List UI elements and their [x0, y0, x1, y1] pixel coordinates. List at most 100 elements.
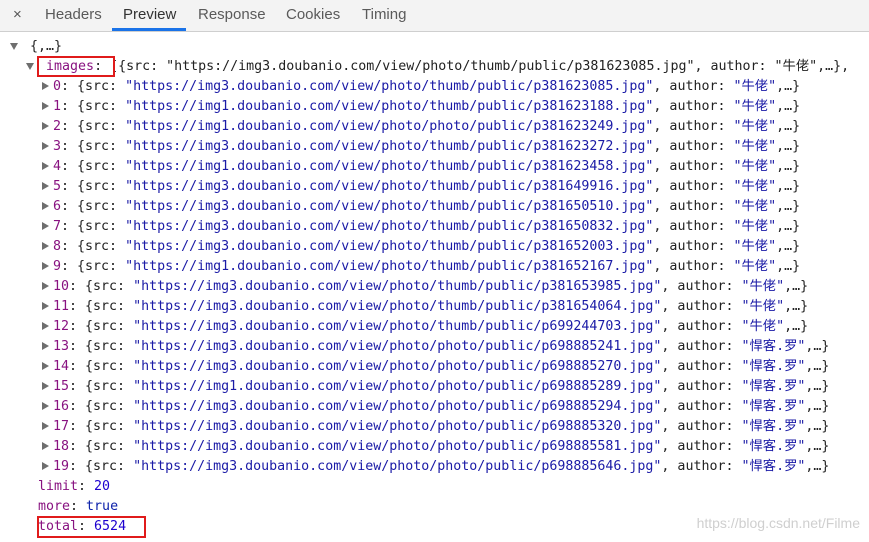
expand-arrow-icon[interactable] [42, 102, 49, 110]
expand-arrow-icon[interactable] [42, 82, 49, 90]
image-item-row[interactable]: 14: {src: "https://img3.doubanio.com/vie… [42, 357, 829, 377]
images-node[interactable]: images: [{src: "https://img3.doubanio.co… [26, 57, 849, 77]
images-highlight-box [37, 56, 115, 77]
limit-row: limit: 20 [38, 479, 111, 494]
more-row: more: true [38, 499, 119, 514]
image-item-row[interactable]: 7: {src: "https://img3.doubanio.com/view… [42, 217, 800, 237]
tree-root[interactable]: {,…} [10, 37, 62, 57]
tab-headers[interactable]: Headers [45, 6, 102, 23]
expand-arrow-icon[interactable] [42, 462, 49, 470]
tab-response[interactable]: Response [198, 6, 266, 23]
item-index: 3 [53, 139, 62, 154]
expand-arrow-icon[interactable] [42, 122, 49, 130]
expand-arrow-icon[interactable] [42, 182, 49, 190]
item-author: "牛佬" [733, 219, 777, 234]
item-index: 6 [53, 199, 62, 214]
image-item-row[interactable]: 0: {src: "https://img3.doubanio.com/view… [42, 77, 800, 97]
item-src: "https://img3.doubanio.com/view/photo/th… [125, 79, 654, 94]
expand-arrow-icon[interactable] [42, 422, 49, 430]
item-author: "牛佬" [733, 139, 777, 154]
more-value: true [86, 499, 119, 514]
item-index: 18 [53, 439, 70, 454]
image-item-row[interactable]: 10: {src: "https://img3.doubanio.com/vie… [42, 277, 808, 297]
item-index: 2 [53, 119, 62, 134]
images-summary: [{src: "https://img3.doubanio.com/view/p… [110, 59, 850, 74]
expand-arrow-icon[interactable] [42, 402, 49, 410]
expand-arrow-icon[interactable] [42, 322, 49, 330]
image-item-row[interactable]: 18: {src: "https://img3.doubanio.com/vie… [42, 437, 829, 457]
expand-arrow-icon[interactable] [42, 442, 49, 450]
expand-arrow-icon[interactable] [42, 202, 49, 210]
item-src: "https://img3.doubanio.com/view/photo/th… [125, 199, 654, 214]
item-src: "https://img3.doubanio.com/view/photo/th… [133, 299, 662, 314]
expand-arrow-icon[interactable] [42, 262, 49, 270]
root-label: {,…} [30, 39, 63, 54]
image-item-row[interactable]: 17: {src: "https://img3.doubanio.com/vie… [42, 417, 829, 437]
expand-arrow-icon[interactable] [42, 342, 49, 350]
image-item-row[interactable]: 6: {src: "https://img3.doubanio.com/view… [42, 197, 800, 217]
limit-key: limit [38, 479, 79, 494]
expand-arrow-icon[interactable] [42, 382, 49, 390]
item-index: 0 [53, 79, 62, 94]
limit-value: 20 [94, 479, 111, 494]
item-author: "牛佬" [741, 299, 785, 314]
tab-cookies[interactable]: Cookies [286, 6, 340, 23]
image-item-row[interactable]: 13: {src: "https://img3.doubanio.com/vie… [42, 337, 829, 357]
image-item-row[interactable]: 16: {src: "https://img3.doubanio.com/vie… [42, 397, 829, 417]
image-item-row[interactable]: 5: {src: "https://img3.doubanio.com/view… [42, 177, 800, 197]
image-item-row[interactable]: 9: {src: "https://img1.doubanio.com/view… [42, 257, 800, 277]
item-index: 1 [53, 99, 62, 114]
expand-arrow-icon[interactable] [42, 162, 49, 170]
item-author: "悍客.罗" [741, 439, 806, 454]
image-item-row[interactable]: 2: {src: "https://img1.doubanio.com/view… [42, 117, 800, 137]
item-src: "https://img3.doubanio.com/view/photo/th… [125, 239, 654, 254]
item-author: "悍客.罗" [741, 359, 806, 374]
item-index: 8 [53, 239, 62, 254]
image-item-row[interactable]: 19: {src: "https://img3.doubanio.com/vie… [42, 457, 829, 477]
item-src: "https://img3.doubanio.com/view/photo/th… [125, 139, 654, 154]
item-author: "牛佬" [733, 179, 777, 194]
image-item-row[interactable]: 3: {src: "https://img3.doubanio.com/view… [42, 137, 800, 157]
image-item-row[interactable]: 8: {src: "https://img3.doubanio.com/view… [42, 237, 800, 257]
item-author: "悍客.罗" [741, 459, 806, 474]
item-author: "牛佬" [741, 279, 785, 294]
tab-preview[interactable]: Preview [123, 6, 176, 23]
expand-arrow-icon[interactable] [42, 142, 49, 150]
item-index: 9 [53, 259, 62, 274]
item-index: 13 [53, 339, 70, 354]
expand-arrow-icon[interactable] [42, 222, 49, 230]
image-item-row[interactable]: 15: {src: "https://img1.doubanio.com/vie… [42, 377, 829, 397]
item-src: "https://img3.doubanio.com/view/photo/ph… [133, 439, 662, 454]
item-src: "https://img3.doubanio.com/view/photo/ph… [133, 459, 662, 474]
item-author: "牛佬" [733, 239, 777, 254]
expand-arrow-icon[interactable] [10, 42, 18, 50]
image-item-row[interactable]: 1: {src: "https://img1.doubanio.com/view… [42, 97, 800, 117]
image-item-row[interactable]: 12: {src: "https://img3.doubanio.com/vie… [42, 317, 808, 337]
close-icon[interactable]: × [13, 6, 22, 23]
item-index: 17 [53, 419, 70, 434]
item-src: "https://img3.doubanio.com/view/photo/th… [125, 179, 654, 194]
active-tab-indicator [112, 28, 186, 31]
image-item-row[interactable]: 11: {src: "https://img3.doubanio.com/vie… [42, 297, 808, 317]
expand-arrow-icon[interactable] [26, 62, 34, 70]
expand-arrow-icon[interactable] [42, 242, 49, 250]
item-src: "https://img1.doubanio.com/view/photo/th… [125, 259, 654, 274]
item-src: "https://img3.doubanio.com/view/photo/th… [133, 279, 662, 294]
watermark: https://blog.csdn.net/Filme [696, 515, 860, 531]
image-item-row[interactable]: 4: {src: "https://img1.doubanio.com/view… [42, 157, 800, 177]
item-author: "牛佬" [741, 319, 785, 334]
item-index: 15 [53, 379, 70, 394]
expand-arrow-icon[interactable] [42, 282, 49, 290]
item-src: "https://img3.doubanio.com/view/photo/ph… [133, 399, 662, 414]
item-author: "牛佬" [733, 119, 777, 134]
item-index: 11 [53, 299, 70, 314]
expand-arrow-icon[interactable] [42, 302, 49, 310]
tab-timing[interactable]: Timing [362, 6, 406, 23]
item-author: "牛佬" [733, 199, 777, 214]
item-src: "https://img3.doubanio.com/view/photo/ph… [133, 339, 662, 354]
expand-arrow-icon[interactable] [42, 362, 49, 370]
item-index: 16 [53, 399, 70, 414]
item-author: "悍客.罗" [741, 339, 806, 354]
item-author: "牛佬" [733, 259, 777, 274]
item-author: "牛佬" [733, 99, 777, 114]
